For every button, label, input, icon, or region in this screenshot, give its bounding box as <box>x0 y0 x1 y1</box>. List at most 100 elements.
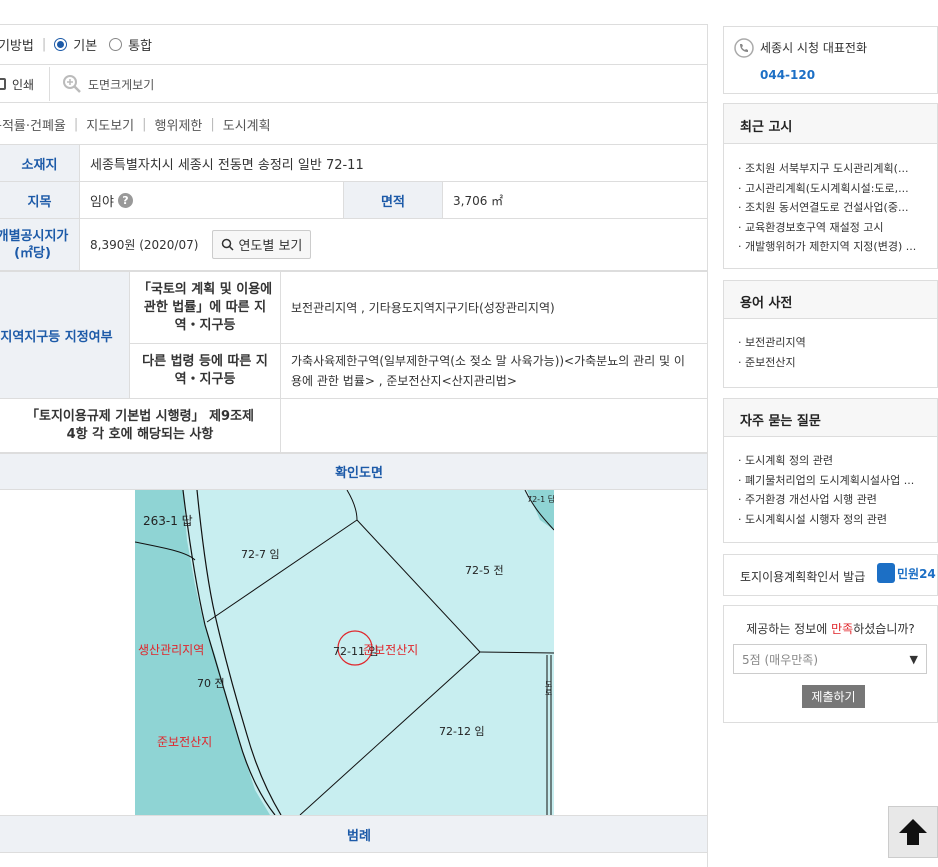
map-label-263-1: 263-1 답 <box>143 514 193 528</box>
tab-bar: 용적률·건폐율| 지도보기| 행위제한| 도시계획 <box>0 104 708 144</box>
minwon24-logo-icon <box>877 563 895 583</box>
phone-panel: 세종시 시청 대표전화 044-120 <box>723 26 938 94</box>
confirmation-map[interactable]: 263-1 답 72-7 임 72-5 전 72-11 임 70 전 72-12… <box>135 490 554 815</box>
land-category-cell: 임야 ? <box>80 182 133 218</box>
rating-select-value: 5점 (매우만족) <box>742 652 819 667</box>
tab-map[interactable]: 지도보기 <box>86 115 134 134</box>
notice-item[interactable]: 조치원 동서연결도로 건설사업(중... <box>738 198 916 218</box>
faq-item[interactable]: 주거환경 개선사업 시행 관련 <box>738 490 914 510</box>
magnifier-plus-icon <box>63 75 81 93</box>
minwon24-logo-text: 민원24 <box>897 566 936 581</box>
map-label-72-12: 72-12 임 <box>439 725 485 738</box>
land-category-value: 임야 <box>90 194 114 210</box>
survey-panel: 제공하는 정보에 만족하셨습니까? 5점 (매우만족) ▼ 제출하기 <box>723 605 938 723</box>
faq-title: 자주 묻는 질문 <box>740 414 821 429</box>
map-label-road: 도로 <box>544 680 553 696</box>
certificate-label: 토지이용계획확인서 발급 <box>740 570 866 584</box>
minwon24-logo: 민원24 <box>877 563 936 583</box>
survey-question-pre: 제공하는 정보에 <box>746 622 832 636</box>
zone-label-semi-preserved-1: 준보전산지 <box>363 643 419 657</box>
print-button[interactable]: 인쇄 <box>0 67 50 101</box>
toolbar: 인쇄 도면크게보기 <box>0 65 708 103</box>
survey-question-em: 만족 <box>831 622 854 636</box>
rating-select[interactable]: 5점 (매우만족) ▼ <box>733 644 927 674</box>
map-label-72-7: 72-7 임 <box>241 548 280 561</box>
dictionary-item[interactable]: 보전관리지역 <box>738 333 806 353</box>
scroll-top-button[interactable] <box>888 806 938 858</box>
map-section-header: 확인도면 <box>0 452 708 490</box>
faq-list: 도시계획 정의 관련 폐기물처리업의 도시계획시설사업 ... 주거환경 개선사… <box>738 451 914 529</box>
tab-restrictions[interactable]: 행위제한 <box>155 115 203 134</box>
notices-list: 조치원 서북부지구 도시관리계획(... 고시관리계획(도시계획시설:도로,..… <box>738 159 916 257</box>
map-label-72-1: 72-1 답 <box>527 495 554 504</box>
tab-urban-plan[interactable]: 도시계획 <box>223 115 271 134</box>
price-label-cell: 개별공시지가(㎡당) <box>0 219 80 270</box>
legend-header: 범례 <box>0 815 708 853</box>
survey-question-post: 하셨습니까? <box>853 622 915 636</box>
zoom-map-label: 도면크게보기 <box>88 77 155 92</box>
print-label: 인쇄 <box>12 77 35 92</box>
notices-title: 최근 고시 <box>740 120 793 135</box>
chevron-down-icon: ▼ <box>909 652 918 666</box>
arrow-up-icon <box>899 819 927 845</box>
category-row: 지목 임야 ? 면적 3,706 ㎡ <box>0 181 708 218</box>
yearly-price-label: 연도별 보기 <box>238 239 303 254</box>
certificate-panel[interactable]: 토지이용계획확인서 발급 민원24 <box>723 554 938 596</box>
dictionary-title: 용어 사전 <box>740 296 793 311</box>
national-law-value: 보전관리지역 , 기타용도지역지구기타(성장관리지역) <box>281 272 708 344</box>
map-label-70: 70 전 <box>197 677 225 690</box>
location-label: 소재지 <box>0 145 80 181</box>
zoning-label: 지역지구등 지정여부 <box>0 329 113 345</box>
zoom-map-button[interactable]: 도면크게보기 <box>62 67 154 101</box>
zone-label-semi-preserved-2: 준보전산지 <box>157 735 213 749</box>
notice-item[interactable]: 개발행위허가 제한지역 지정(변경) ... <box>738 237 916 257</box>
phone-number[interactable]: 044-120 <box>760 68 815 82</box>
yearly-price-button[interactable]: 연도별 보기 <box>212 230 312 259</box>
faq-item[interactable]: 폐기물처리업의 도시계획시설사업 ... <box>738 471 914 491</box>
area-value: 3,706 ㎡ <box>453 193 504 208</box>
map-label-72-5: 72-5 전 <box>465 564 504 577</box>
notice-item[interactable]: 조치원 서북부지구 도시관리계획(... <box>738 159 916 179</box>
phone-title: 세종시 시청 대표전화 <box>760 41 867 55</box>
enforcement-row: 「토지이용규제 기본법 시행령」 제9조제4항 각 호에 해당되는 사항 <box>0 398 708 452</box>
printer-icon <box>0 78 6 90</box>
location-value: 세종특별자치시 세종시 전동면 송정리 일반 72-11 <box>90 157 364 173</box>
search-icon <box>222 238 234 251</box>
notices-panel: 최근 고시 조치원 서북부지구 도시관리계획(... 고시관리계획(도시계획시설… <box>723 103 938 269</box>
survey-question: 제공하는 정보에 만족하셨습니까? <box>724 620 937 637</box>
enforcement-label: 「토지이용규제 기본법 시행령」 제9조제4항 각 호에 해당되는 사항 <box>0 399 281 452</box>
map-section-title: 확인도면 <box>335 466 383 481</box>
view-mode-label: 보기방법 <box>0 39 34 54</box>
dictionary-panel: 용어 사전 보전관리지역 준보전산지 <box>723 280 938 388</box>
submit-button[interactable]: 제출하기 <box>802 685 865 708</box>
other-law-value: 가축사육제한구역(일부제한구역(소 젖소 말 사육가능))<가축분뇨의 관리 및… <box>291 354 685 388</box>
radio-basic-dot[interactable] <box>54 38 68 51</box>
submit-label: 제출하기 <box>811 690 856 704</box>
faq-item[interactable]: 도시계획 정의 관련 <box>738 451 914 471</box>
view-mode-bar: 보기방법 | 기본 통합 <box>0 25 708 65</box>
national-law-label: 「국토의 계획 및 이용에 관한 법률」에 따른 지역・지구등 <box>130 272 281 344</box>
price-value: 8,390원 (2020/07) <box>90 238 199 252</box>
notice-item[interactable]: 고시관리계획(도시계획시설:도로,... <box>738 179 916 199</box>
dictionary-list: 보전관리지역 준보전산지 <box>738 333 806 372</box>
radio-integrated-dot[interactable] <box>109 38 123 51</box>
price-row: 개별공시지가(㎡당) 8,390원 (2020/07) 연도별 보기 <box>0 218 708 270</box>
tab-far-bcr[interactable]: 용적률·건폐율 <box>0 115 66 134</box>
zoning-label-cell: 지역지구등 지정여부 <box>0 272 130 398</box>
dictionary-item[interactable]: 준보전산지 <box>738 353 806 373</box>
faq-panel: 자주 묻는 질문 도시계획 정의 관련 폐기물처리업의 도시계획시설사업 ...… <box>723 398 938 543</box>
radio-basic[interactable]: 기본 <box>54 35 97 54</box>
zone-label-production: 생산관리지역 <box>138 643 205 657</box>
location-row: 소재지 세종특별자치시 세종시 전동면 송정리 일반 72-11 <box>0 144 708 181</box>
other-law-label: 다른 법령 등에 따른 지역・지구등 <box>130 344 281 398</box>
help-icon[interactable]: ? <box>117 192 133 208</box>
radio-integrated-label: 통합 <box>128 39 153 54</box>
price-cell: 8,390원 (2020/07) 연도별 보기 <box>80 219 312 270</box>
phone-icon <box>734 38 754 58</box>
land-use-content: 보기방법 | 기본 통합 인쇄 도면크게보기 용적률·건폐율| 지도보기| 행위… <box>0 0 708 867</box>
faq-item[interactable]: 도시계획시설 시행자 정의 관련 <box>738 510 914 530</box>
legend-title: 범례 <box>347 828 371 844</box>
notice-item[interactable]: 교육환경보호구역 재설정 고시 <box>738 218 916 238</box>
radio-integrated[interactable]: 통합 <box>109 35 152 54</box>
price-label: 개별공시지가(㎡당) <box>0 228 69 261</box>
